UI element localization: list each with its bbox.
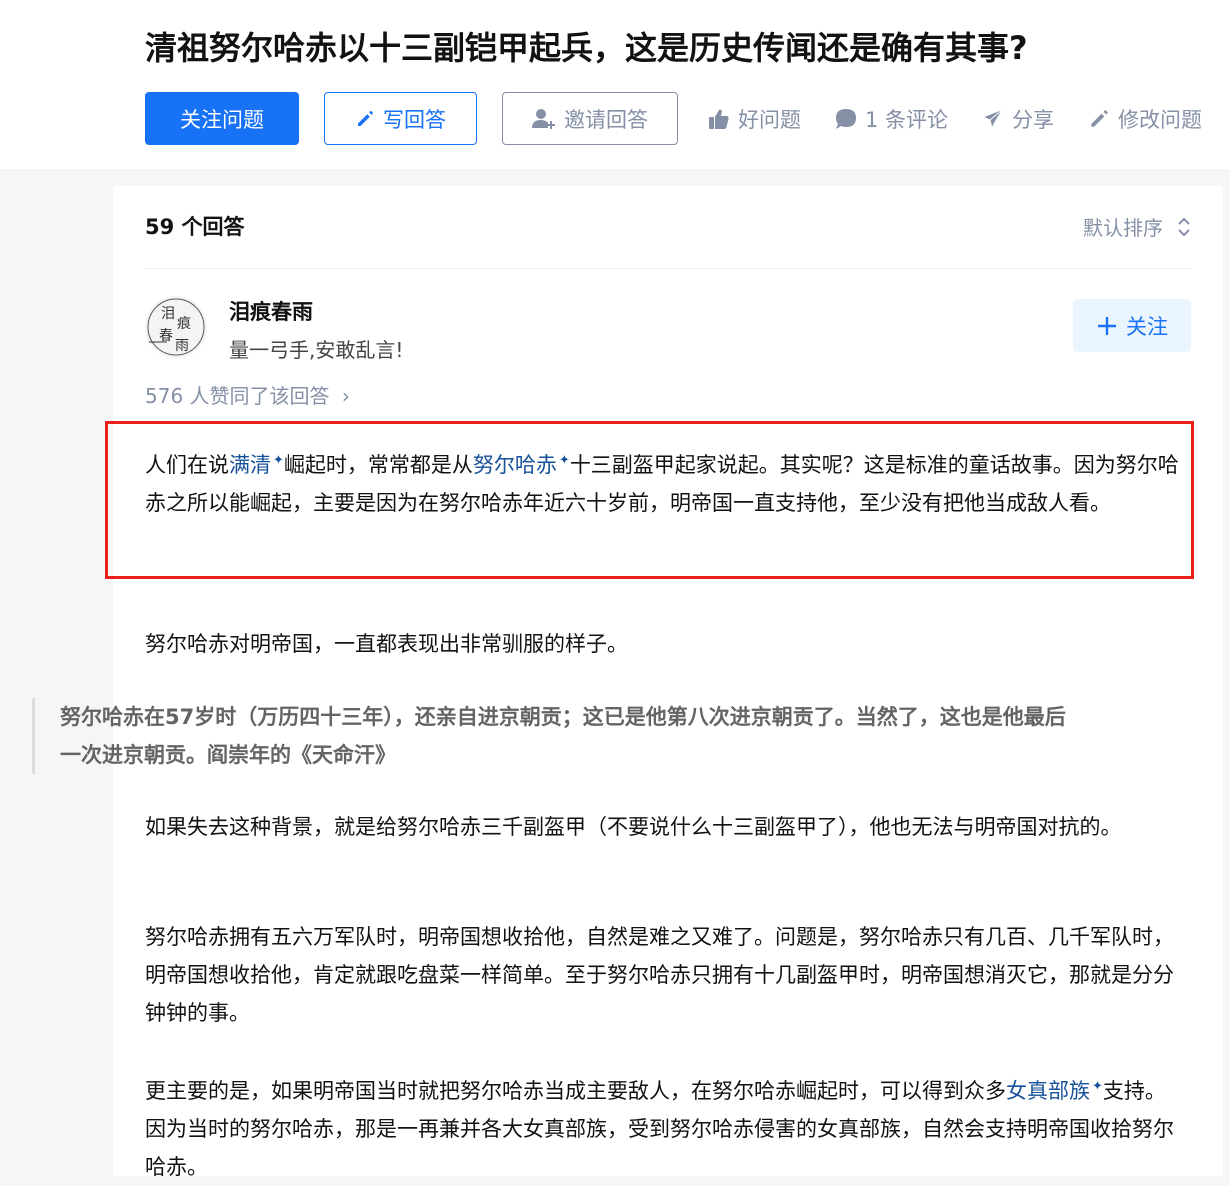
svg-text:痕: 痕 [177, 316, 191, 332]
follow-question-label: 关注问题 [180, 107, 264, 132]
share-label: 分享 [1012, 107, 1055, 132]
answers-count: 59 个回答 [145, 215, 245, 239]
quote-text: 努尔哈赤在57岁时（万历四十三年），还亲自进京朝贡；这已是他第八次进京朝贡了。当… [60, 705, 1066, 767]
edit-question-button[interactable]: 修改问题 [1088, 104, 1202, 134]
answer-paragraph: 如果失去这种背景，就是给努尔哈赤三千副盔甲（不要说什么十三副盔甲了），他也无法与… [145, 815, 1122, 839]
plus-icon [1098, 316, 1116, 335]
sort-dropdown[interactable]: 默认排序 [1083, 212, 1191, 241]
answer-paragraph: 更主要的是，如果明帝国当时就把努尔哈赤当成主要敌人，在努尔哈赤崛起时，可以得到众… [145, 1068, 1180, 1186]
svg-text:雨: 雨 [175, 338, 189, 354]
invite-answer-button[interactable]: 邀请回答 [502, 92, 678, 145]
pencil-icon [358, 110, 373, 126]
link-nuzhen-tribes[interactable]: 女真部族 [1006, 1079, 1090, 1103]
question-actions: 关注问题 写回答 邀请回答 好问题 1 条评论 分享 修改问题 [145, 92, 1202, 145]
pencil-icon [1091, 109, 1108, 127]
sort-label: 默认排序 [1083, 216, 1163, 240]
follow-question-button[interactable]: 关注问题 [145, 92, 299, 145]
follow-author-button[interactable]: 关注 [1073, 299, 1191, 352]
text-span: 更主要的是，如果明帝国当时就把努尔哈赤当成主要敌人，在努尔哈赤崛起时，可以得到众… [145, 1079, 1006, 1103]
sort-chevrons-icon [1178, 217, 1190, 236]
author-bio: 量一弓手,安敢乱言! [229, 338, 404, 362]
good-question-label: 好问题 [738, 107, 801, 132]
comments-label: 1 条评论 [865, 107, 949, 132]
write-answer-button[interactable]: 写回答 [324, 92, 477, 145]
question-header: 清祖努尔哈赤以十三副铠甲起兵，这是历史传闻还是确有其事? 关注问题 写回答 邀请… [0, 0, 1230, 171]
answers-card: 59 个回答 默认排序 泪 痕 春 雨 泪痕春雨 量一弓手,安敢乱言! 关注 5… [113, 186, 1223, 1179]
write-answer-label: 写回答 [383, 107, 446, 132]
follow-author-label: 关注 [1126, 314, 1168, 339]
svg-text:泪: 泪 [161, 306, 175, 322]
avatar-image: 泪 痕 春 雨 [147, 298, 205, 356]
answer-paragraph: 努尔哈赤拥有五六万军队时，明帝国想收拾他，自然是难之又难了。问题是，努尔哈赤只有… [145, 925, 1174, 1025]
comments-button[interactable]: 1 条评论 [835, 104, 948, 134]
votes-label: 576 人赞同了该回答 [145, 384, 330, 408]
avatar[interactable]: 泪 痕 春 雨 [145, 296, 207, 358]
blockquote: 努尔哈赤在57岁时（万历四十三年），还亲自进京朝贡；这已是他第八次进京朝贡了。当… [32, 698, 1081, 774]
edit-question-label: 修改问题 [1118, 107, 1203, 132]
invite-user-icon [532, 108, 555, 129]
good-question-button[interactable]: 好问题 [708, 104, 801, 134]
paper-plane-icon [982, 107, 1005, 129]
votes-count[interactable]: 576 人赞同了该回答 › [145, 380, 350, 409]
highlight-box [105, 421, 1194, 579]
chevron-right-icon: › [341, 384, 350, 408]
question-title: 清祖努尔哈赤以十三副铠甲起兵，这是历史传闻还是确有其事? [145, 29, 1028, 67]
answer-paragraph: 努尔哈赤对明帝国，一直都表现出非常驯服的样子。 [145, 632, 628, 656]
author-name[interactable]: 泪痕春雨 [229, 296, 313, 326]
answer-author: 泪 痕 春 雨 泪痕春雨 量一弓手,安敢乱言! 关注 [145, 296, 1191, 362]
answers-header: 59 个回答 默认排序 [145, 186, 1191, 269]
invite-answer-label: 邀请回答 [564, 107, 648, 132]
comment-bubble-icon [836, 108, 856, 129]
sparkle-icon: ✦ [1092, 1079, 1103, 1094]
thumbs-up-icon [709, 109, 729, 129]
share-button[interactable]: 分享 [982, 104, 1054, 134]
